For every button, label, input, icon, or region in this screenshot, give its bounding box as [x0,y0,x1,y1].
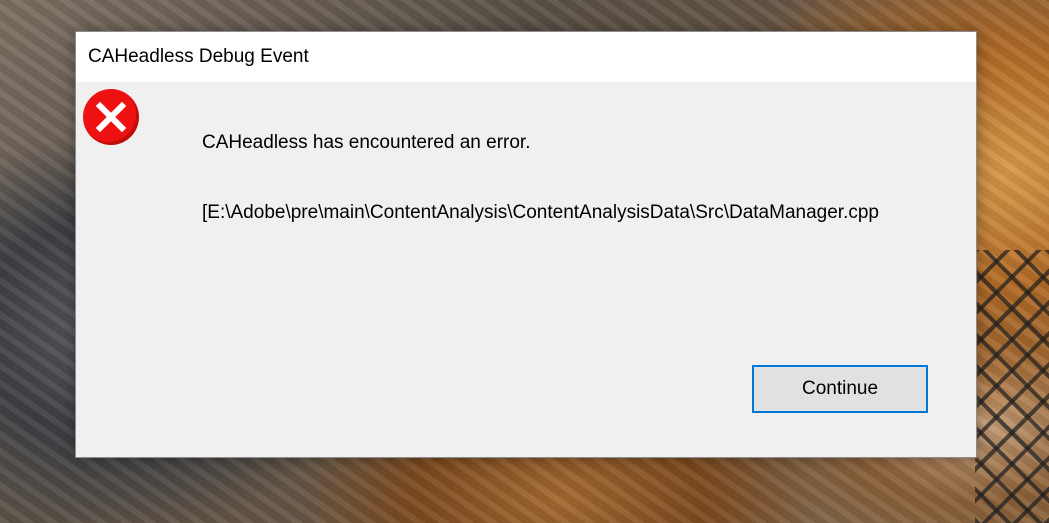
error-message: CAHeadless has encountered an error. [202,132,531,153]
error-icon [83,89,139,145]
dialog-titlebar[interactable]: CAHeadless Debug Event [76,32,976,82]
wallpaper-feeder-mesh [975,250,1049,523]
debug-event-dialog: CAHeadless Debug Event CAHeadless has en… [75,31,977,458]
dialog-title: CAHeadless Debug Event [88,46,309,67]
continue-button[interactable]: Continue [752,365,928,413]
error-source-path: [E:\Adobe\pre\main\ContentAnalysis\Conte… [202,202,879,223]
